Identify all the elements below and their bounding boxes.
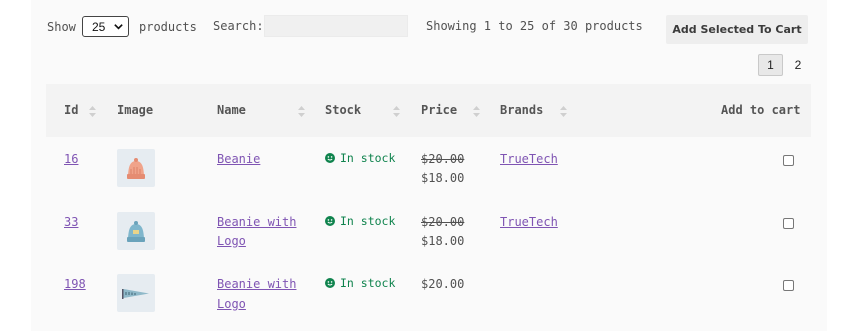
add-to-cart-checkbox[interactable] <box>783 280 794 291</box>
stock-status-text: In stock <box>340 151 396 165</box>
product-name-link-line2[interactable]: Logo <box>217 297 246 311</box>
chevron-down-icon <box>114 24 123 30</box>
product-image[interactable] <box>117 274 155 312</box>
stock-status: In stock <box>325 151 395 165</box>
search-input[interactable] <box>264 15 408 37</box>
page-size-value: 25 <box>92 19 106 34</box>
column-header-price[interactable]: Price <box>421 103 457 117</box>
product-id-link[interactable]: 198 <box>64 277 86 291</box>
product-image[interactable] <box>117 149 155 187</box>
stock-status-text: In stock <box>340 276 396 290</box>
brand-link[interactable]: TrueTech <box>500 215 558 229</box>
pennant-icon <box>122 289 149 299</box>
showing-info: Showing 1 to 25 of 30 products <box>426 19 643 33</box>
column-header-brands[interactable]: Brands <box>500 103 543 117</box>
product-name-link[interactable]: Beanie with <box>217 277 296 291</box>
column-header-image: Image <box>117 103 154 117</box>
sort-icon[interactable] <box>89 106 96 117</box>
stock-status-text: In stock <box>340 214 396 228</box>
sale-price: $18.00 <box>421 234 465 248</box>
price: $20.00 <box>421 277 465 291</box>
stock-status: In stock <box>325 276 395 290</box>
column-header-stock[interactable]: Stock <box>325 103 361 117</box>
regular-price: $20.00 <box>421 215 465 229</box>
sort-icon[interactable] <box>393 106 400 117</box>
stock-status: In stock <box>325 214 395 228</box>
product-name-link[interactable]: Beanie with <box>217 215 296 229</box>
product-name-link[interactable]: Beanie <box>217 152 260 166</box>
sort-icon[interactable] <box>560 106 567 117</box>
column-header-add-to-cart: Add to cart <box>721 103 801 117</box>
smile-icon <box>325 216 335 226</box>
brand-link[interactable]: TrueTech <box>500 152 558 166</box>
add-to-cart-checkbox[interactable] <box>783 218 794 229</box>
product-name-link-line2[interactable]: Logo <box>217 234 246 248</box>
search-label: Search: <box>213 19 264 33</box>
show-label: Show <box>47 20 76 34</box>
pagination-page-1[interactable]: 1 <box>758 54 783 76</box>
sort-icon[interactable] <box>473 106 480 117</box>
beanie-icon <box>127 158 145 179</box>
regular-price: $20.00 <box>421 152 465 166</box>
product-id-link[interactable]: 33 <box>64 215 78 229</box>
smile-icon <box>325 278 335 288</box>
pagination-page-2[interactable]: 2 <box>788 54 808 76</box>
column-header-name[interactable]: Name <box>217 103 246 117</box>
sort-icon[interactable] <box>298 106 305 117</box>
product-image[interactable] <box>117 212 155 250</box>
add-to-cart-checkbox[interactable] <box>783 155 794 166</box>
smile-icon <box>325 153 335 163</box>
page-size-select[interactable]: 25 <box>82 16 129 37</box>
beanie-with-logo-icon <box>127 221 145 242</box>
product-id-link[interactable]: 16 <box>64 152 78 166</box>
products-label: products <box>139 20 197 34</box>
add-selected-to-cart-button[interactable]: Add Selected To Cart <box>666 15 808 44</box>
sale-price: $18.00 <box>421 171 465 185</box>
column-header-id[interactable]: Id <box>64 103 78 117</box>
